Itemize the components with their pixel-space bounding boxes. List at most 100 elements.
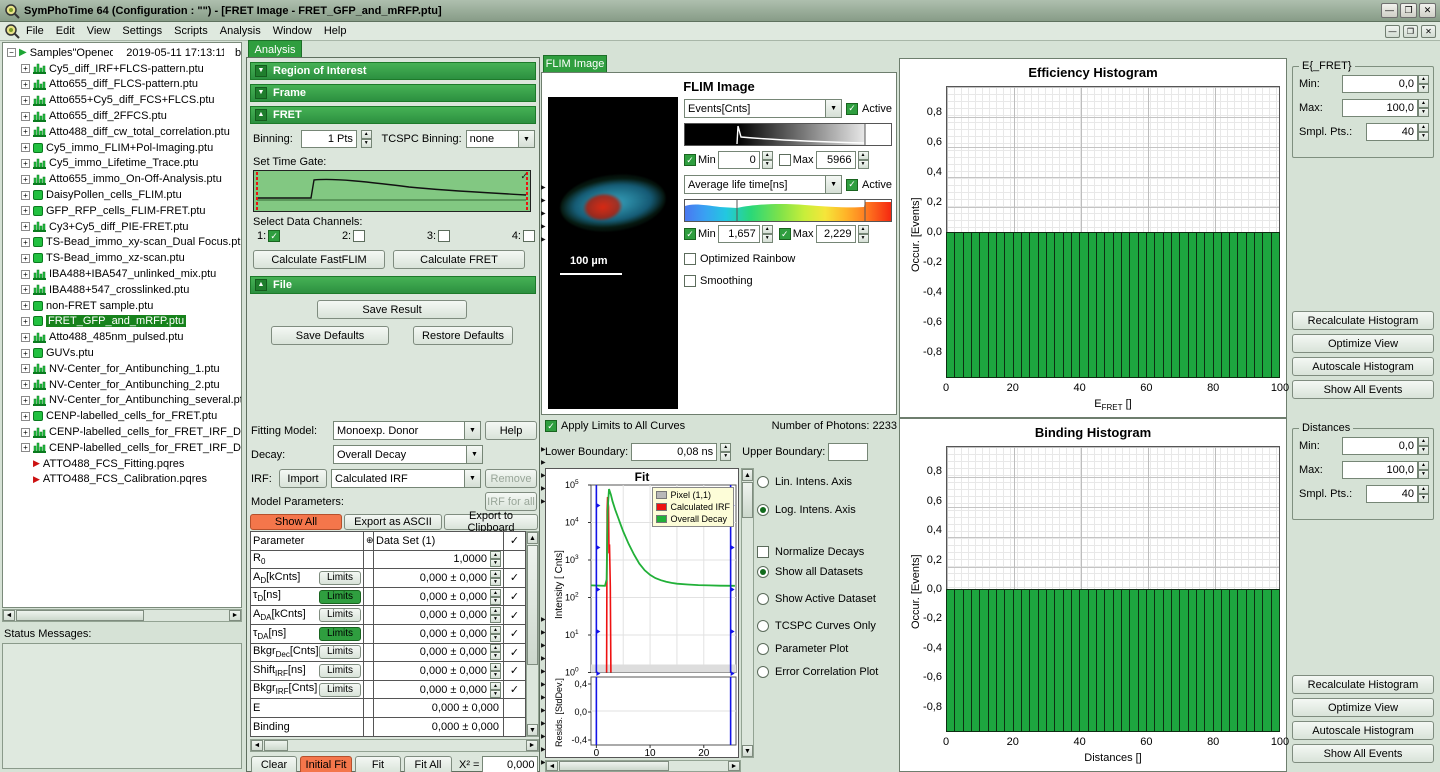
radio-control[interactable] [757,566,769,578]
expand-icon[interactable]: + [21,254,30,263]
tab-flim-image[interactable]: FLIM Image [543,55,607,72]
tree-item[interactable]: +Atto488_485nm_pulsed.ptu [5,329,241,345]
splitter-arrow-icon[interactable]: ▶ [541,185,546,191]
channel-checkbox[interactable]: ✓ [268,230,280,242]
expand-icon[interactable]: + [21,159,30,168]
events-min-checkbox[interactable]: ✓ [684,154,696,166]
calculate-fastflim-button[interactable]: Calculate FastFLIM [253,250,385,269]
lifetime-active-checkbox[interactable]: ✓ [846,179,858,191]
parameter-value[interactable]: 1,0000 [376,553,489,565]
radio-control[interactable] [757,593,769,605]
autoscale-histogram-button[interactable]: Autoscale Histogram [1292,721,1434,740]
child-close-icon[interactable]: ✕ [1421,25,1436,38]
help-button[interactable]: Help [485,421,537,440]
tree-item[interactable]: +CENP-labelled_cells_for_FRET_IRF_Det1 [5,424,241,440]
binning-input[interactable]: 1 Pts [301,130,357,148]
tree-item[interactable]: +CENP-labelled_cells_for_FRET.ptu [5,408,241,424]
tree-item[interactable]: +Atto655_diff_FLCS-pattern.ptu [5,77,241,93]
close-icon[interactable]: ✕ [1419,3,1436,18]
menu-item-file[interactable]: File [20,23,50,39]
lifetime-max-stepper[interactable]: ▲▼ [858,225,869,243]
tree-item[interactable]: +GFP_RFP_cells_FLIM-FRET.ptu [5,203,241,219]
parameter-fit-checkbox[interactable]: ✓ [503,681,525,699]
scroll-up-icon[interactable]: ▲ [742,469,753,481]
efret-min-input[interactable]: 0,0 [1342,75,1418,93]
table-v-scrollbar[interactable]: ▲ ▼ [526,531,539,737]
expand-icon[interactable]: + [21,270,30,279]
parameter-fit-checkbox[interactable]: ✓ [503,662,525,680]
section-frame[interactable]: ▼ Frame [250,84,536,102]
scroll-right-icon[interactable]: ► [229,610,241,621]
parameter-fit-checkbox[interactable]: ✓ [503,644,525,662]
dist-max-input[interactable]: 100,0 [1342,461,1418,479]
restore-defaults-button[interactable]: Restore Defaults [413,326,513,345]
radio-parameter-plot[interactable]: Parameter Plot [757,643,897,655]
chevron-down-icon[interactable]: ▼ [519,130,535,148]
radio-log-intens-axis[interactable]: Log. Intens. Axis [757,504,897,516]
expand-icon[interactable]: + [21,127,30,136]
radio-show-all-datasets[interactable]: Show all Datasets [757,566,897,578]
radio-control[interactable] [757,476,769,488]
tree-item[interactable]: +TS-Bead_immo_xz-scan.ptu [5,250,241,266]
radio-control[interactable] [757,504,769,516]
tree-item[interactable]: +IBA488+IBA547_unlinked_mix.ptu [5,266,241,282]
expand-icon[interactable]: + [21,191,30,200]
tree-item[interactable]: +TS-Bead_immo_xy-scan_Dual Focus.ptu [5,235,241,251]
expand-icon[interactable]: + [21,333,30,342]
tab-analysis[interactable]: Analysis [248,40,302,58]
tree-item[interactable]: +CENP-labelled_cells_for_FRET_IRF_Det2 [5,440,241,456]
checkbox-normalize-decays[interactable]: Normalize Decays [757,546,897,558]
parameter-stepper[interactable]: ▲▼ [490,589,501,605]
show-all-events-button[interactable]: Show All Events [1292,380,1434,399]
lower-boundary-input[interactable]: 0,08 ns [631,443,717,461]
expand-icon[interactable]: + [21,96,30,105]
autoscale-histogram-button[interactable]: Autoscale Histogram [1292,357,1434,376]
efret-smpl-input[interactable]: 40 [1366,123,1418,141]
radio-control[interactable] [757,666,769,678]
expand-icon[interactable]: + [21,222,30,231]
efret-smpl-stepper[interactable]: ▲▼ [1418,123,1429,141]
optimize-view-button[interactable]: Optimize View [1292,698,1434,717]
radio-lin-intens-axis[interactable]: Lin. Intens. Axis [757,476,897,488]
expand-icon[interactable]: + [21,64,30,73]
scroll-right-icon[interactable]: ► [728,761,740,771]
menu-item-view[interactable]: View [81,23,117,39]
parameter-stepper[interactable]: ▲▼ [490,607,501,623]
dist-smpl-stepper[interactable]: ▲▼ [1418,485,1429,503]
parameter-fit-checkbox[interactable] [503,699,525,717]
scroll-thumb[interactable] [16,610,144,621]
minimize-icon[interactable]: — [1381,3,1398,18]
scroll-left-icon[interactable]: ◄ [546,761,558,771]
radio-control[interactable] [757,620,769,632]
collapse-down-icon[interactable]: ▼ [255,87,267,99]
irf-select[interactable]: Calculated IRF ▼ [331,469,481,488]
tree-item[interactable]: +Atto655_diff_2FFCS.ptu [5,108,241,124]
expand-icon[interactable]: + [21,364,30,373]
scroll-left-icon[interactable]: ◄ [3,610,15,621]
parameter-fit-checkbox[interactable]: ✓ [503,569,525,587]
maximize-icon[interactable]: ❐ [1400,3,1417,18]
expand-icon[interactable]: + [21,428,30,437]
parameter-stepper[interactable]: ▲▼ [490,663,501,679]
expand-icon[interactable]: + [21,285,30,294]
expand-icon[interactable]: + [21,349,30,358]
tree-item[interactable]: +FRET_GFP_and_mRFP.ptu [5,314,241,330]
collapse-up-icon[interactable]: ▲ [255,279,267,291]
scroll-down-icon[interactable]: ▼ [527,724,538,736]
save-defaults-button[interactable]: Save Defaults [271,326,389,345]
tree-item[interactable]: +NV-Center_for_Antibunching_1.ptu [5,361,241,377]
expand-icon[interactable]: + [21,317,30,326]
chevron-down-icon[interactable]: ▼ [467,445,483,464]
lifetime-rainbow-bar[interactable] [684,199,892,222]
parameter-stepper[interactable]: ▲▼ [490,570,501,586]
tree-item[interactable]: +Atto655_immo_On-Off-Analysis.ptu [5,171,241,187]
optimize-view-button[interactable]: Optimize View [1292,334,1434,353]
scroll-right-icon[interactable]: ► [526,740,538,751]
parameter-value[interactable]: 0,000 ± 0,000 [376,591,489,603]
expand-icon[interactable]: + [21,143,30,152]
events-min-stepper[interactable]: ▲▼ [762,151,773,169]
expand-icon[interactable]: + [21,238,30,247]
channel-checkbox[interactable] [353,230,365,242]
chevron-down-icon[interactable]: ▼ [826,175,842,194]
tree-item[interactable]: +Cy5_immo_FLIM+Pol-Imaging.ptu [5,140,241,156]
